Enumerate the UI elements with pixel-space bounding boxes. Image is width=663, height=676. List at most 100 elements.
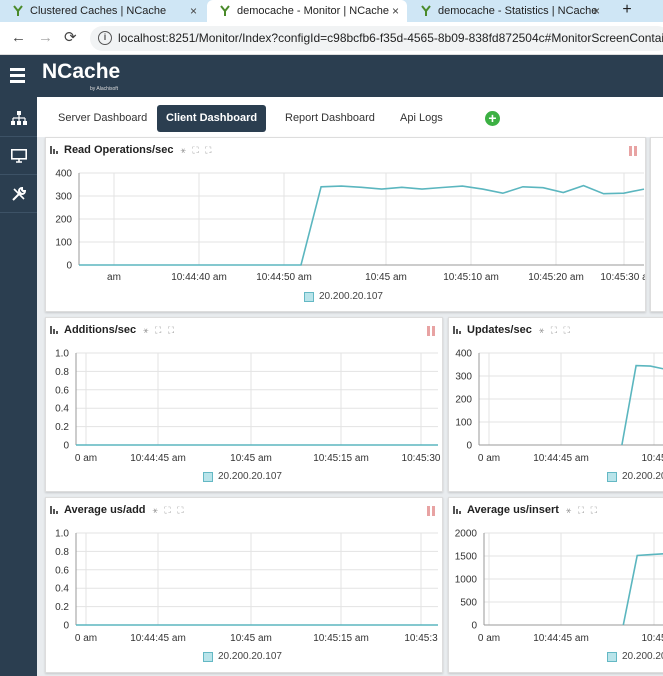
y-tick-label: 0.8 bbox=[55, 547, 69, 558]
series-line bbox=[79, 184, 645, 266]
y-tick-label: 1500 bbox=[455, 552, 478, 563]
legend-label: 20.200.20.107 bbox=[218, 471, 282, 482]
read-operations-chart: 0 100 200 300 400 am 10:44:40 am 10:44:50 am 10:… bbox=[55, 169, 645, 284]
y-tick-label: 0 bbox=[66, 261, 72, 272]
url-text: localhost:8251/Monitor/Index?configId=c9… bbox=[118, 31, 663, 45]
y-tick-label: 400 bbox=[55, 169, 72, 180]
sidebar-monitor-button[interactable] bbox=[0, 137, 37, 175]
hamburger-menu-icon[interactable] bbox=[10, 68, 25, 86]
sidebar-tools-button[interactable] bbox=[0, 175, 37, 213]
y-tick-label: 300 bbox=[55, 192, 72, 203]
y-tick-label: 0.8 bbox=[55, 367, 69, 378]
y-tick-label: 0 bbox=[471, 621, 477, 632]
x-tick-label: 10:45:15 am bbox=[313, 633, 369, 644]
legend-label: 20.200.20.107 bbox=[622, 471, 663, 482]
info-icon[interactable]: i bbox=[98, 31, 112, 45]
chart-legend[interactable]: 20.200.20.107 bbox=[607, 471, 663, 482]
tab-report-dashboard[interactable]: Report Dashboard bbox=[276, 105, 384, 132]
sidebar-topology-button[interactable] bbox=[0, 99, 37, 137]
y-tick-label: 200 bbox=[55, 215, 72, 226]
legend-label: 20.200.20.107 bbox=[622, 651, 663, 662]
x-tick-label: 10:44:45 am bbox=[130, 633, 186, 644]
monitor-icon bbox=[10, 148, 27, 163]
legend-label: 20.200.20.107 bbox=[218, 651, 282, 662]
legend-swatch bbox=[607, 651, 617, 662]
x-tick-label: 10:45:15 am bbox=[313, 453, 369, 464]
average-us-insert-panel: Average us/insert ⚹ ⛶ ⛶ 0 500 1000 1500 2000… bbox=[448, 497, 663, 673]
browser-tab-strip: Clustered Caches | NCache × democache - … bbox=[0, 0, 663, 22]
x-tick-label: 10:45:30 bbox=[402, 453, 441, 464]
close-tab-icon[interactable]: × bbox=[392, 4, 399, 18]
legend-swatch bbox=[203, 471, 213, 482]
y-tick-label: 0.2 bbox=[55, 422, 69, 433]
back-arrow-icon[interactable]: ← bbox=[11, 30, 26, 46]
x-tick-label: 0 am bbox=[75, 453, 97, 464]
series-line bbox=[622, 553, 663, 626]
legend-label: 20.200.20.107 bbox=[319, 291, 383, 302]
browser-tab-title: democache - Statistics | NCache bbox=[438, 5, 598, 17]
app-header: NCache by Alachisoft bbox=[0, 55, 663, 97]
x-tick-label: 10:44:50 am bbox=[256, 272, 312, 283]
tab-server-dashboard[interactable]: Server Dashboard bbox=[49, 105, 156, 132]
y-tick-label: 100 bbox=[55, 238, 72, 249]
browser-tab-statistics[interactable]: democache - Statistics | NCache × bbox=[408, 0, 608, 22]
topology-icon bbox=[10, 110, 27, 125]
chart-legend[interactable]: 20.200.20.107 bbox=[203, 471, 282, 482]
x-tick-label: 10:45:20 am bbox=[528, 272, 584, 283]
forward-arrow-icon[interactable]: → bbox=[38, 30, 53, 46]
dashboard-tabs: Server Dashboard Client Dashboard Report… bbox=[37, 97, 663, 137]
updates-panel: Updates/sec ⚹ ⛶ ⛶ 0 100 200 300 400 0 am 10:44… bbox=[448, 317, 663, 492]
ncache-logo: NCache by Alachisoft bbox=[42, 60, 121, 92]
x-tick-label: am bbox=[107, 272, 121, 283]
legend-swatch bbox=[607, 471, 617, 482]
y-tick-label: 200 bbox=[455, 395, 472, 406]
additions-panel: Additions/sec ⚹ ⛶ ⛶ 0 0.2 0.4 0.6 0.8 1.0 0 am… bbox=[45, 317, 443, 492]
url-field[interactable]: i localhost:8251/Monitor/Index?configId=… bbox=[90, 26, 663, 51]
chart-legend[interactable]: 20.200.20.107 bbox=[607, 651, 663, 662]
legend-swatch bbox=[203, 651, 213, 662]
close-tab-icon[interactable]: × bbox=[190, 4, 197, 18]
x-tick-label: 10:45 am bbox=[365, 272, 407, 283]
browser-tab-title: Clustered Caches | NCache bbox=[30, 5, 167, 17]
logo-text: NCache bbox=[42, 60, 121, 83]
tab-client-dashboard[interactable]: Client Dashboard bbox=[157, 105, 267, 132]
close-tab-icon[interactable]: × bbox=[593, 4, 600, 18]
x-tick-label: 0 am bbox=[478, 453, 500, 464]
x-tick-label: 10:45:3 bbox=[404, 633, 438, 644]
browser-tab-clustered-caches[interactable]: Clustered Caches | NCache × bbox=[0, 0, 205, 22]
y-tick-label: 2000 bbox=[455, 529, 478, 540]
y-tick-label: 0 bbox=[63, 621, 69, 632]
x-tick-label: 10:44:45 am bbox=[533, 453, 589, 464]
series-line bbox=[621, 364, 663, 446]
y-tick-label: 0.2 bbox=[55, 602, 69, 613]
x-tick-label: 10:45 am bbox=[230, 453, 272, 464]
y-tick-label: 1.0 bbox=[55, 529, 69, 540]
logo-byline: by Alachisoft bbox=[90, 86, 119, 92]
average-us-insert-chart: 0 500 1000 1500 2000 0 am 10:44:45 am 10:45 bbox=[455, 529, 663, 644]
y-tick-label: 0 bbox=[63, 441, 69, 452]
new-tab-button[interactable]: + bbox=[614, 0, 640, 22]
average-us-add-panel: Average us/add ⚹ ⛶ ⛶ 0 0.2 0.4 0.6 0.8 1.0 0 a… bbox=[45, 497, 443, 673]
y-tick-label: 0.4 bbox=[55, 404, 69, 415]
chart-legend[interactable]: 20.200.20.107 bbox=[304, 291, 383, 302]
average-us-add-chart: 0 0.2 0.4 0.6 0.8 1.0 0 am 10:44:45 am 10:45 am 1… bbox=[55, 529, 438, 645]
tab-api-logs[interactable]: Api Logs bbox=[391, 105, 452, 132]
read-operations-panel: Read Operations/sec ⚹ ⛶ ⛶ 0 100 200 300 400 a… bbox=[45, 137, 646, 312]
chart-legend[interactable]: 20.200.20.107 bbox=[203, 651, 282, 662]
y-tick-label: 500 bbox=[460, 598, 477, 609]
add-tab-icon[interactable]: + bbox=[485, 111, 500, 126]
browser-tab-monitor[interactable]: democache - Monitor | NCache × bbox=[207, 0, 407, 22]
address-bar-row: ← → ⟳ i localhost:8251/Monitor/Index?con… bbox=[0, 22, 663, 55]
cropped-panel-edge bbox=[650, 137, 663, 312]
ncache-favicon-icon bbox=[220, 5, 230, 16]
y-tick-label: 1.0 bbox=[55, 349, 69, 360]
reload-icon[interactable]: ⟳ bbox=[64, 30, 77, 46]
x-tick-label: 0 am bbox=[478, 633, 500, 644]
legend-swatch bbox=[304, 291, 314, 302]
x-tick-label: 10:44:45 am bbox=[533, 633, 589, 644]
y-tick-label: 100 bbox=[455, 418, 472, 429]
y-tick-label: 400 bbox=[455, 349, 472, 360]
y-tick-label: 0 bbox=[466, 441, 472, 452]
x-tick-label: 10:44:45 am bbox=[130, 453, 186, 464]
x-tick-label: 10:45:10 am bbox=[443, 272, 499, 283]
